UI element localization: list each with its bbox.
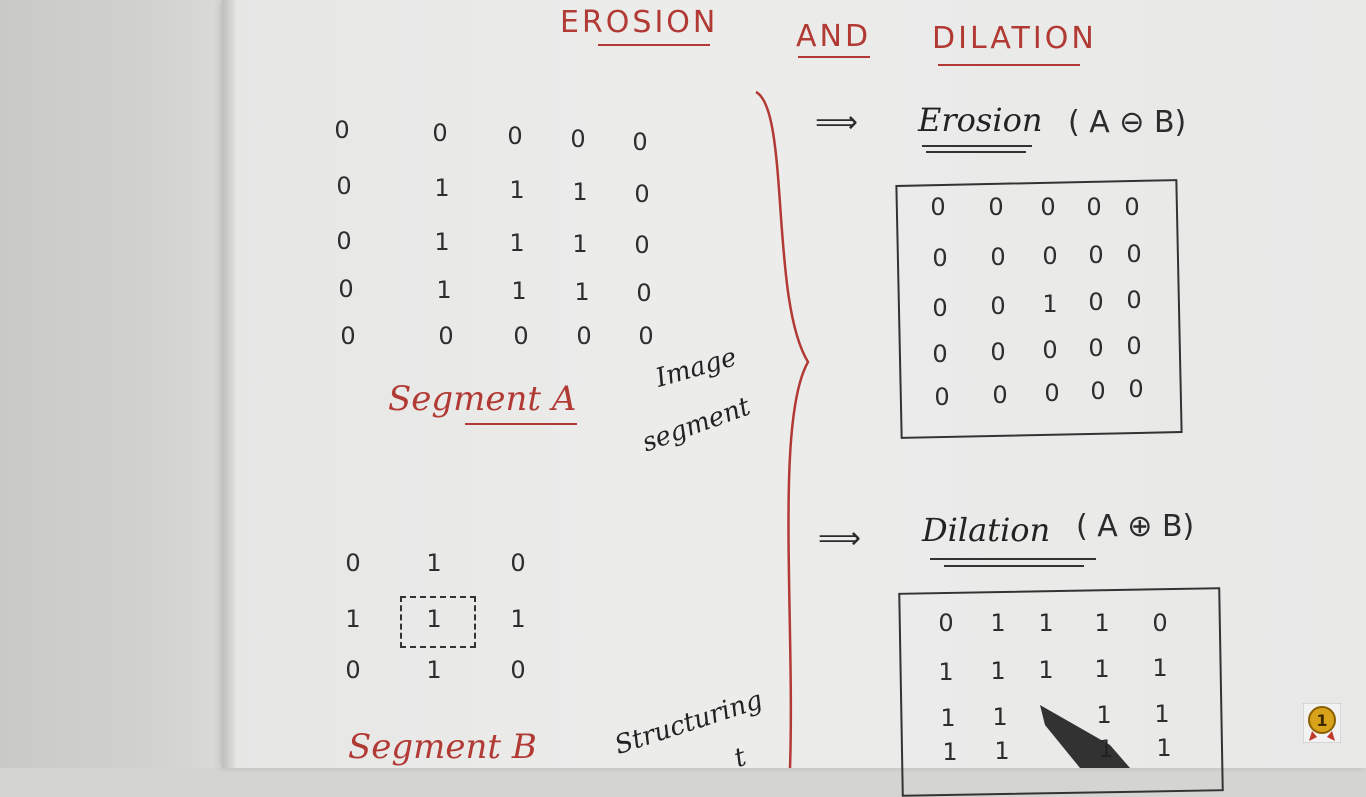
pen-tip: [1040, 705, 1130, 768]
drawing-overlay: [755, 90, 1130, 768]
channel-badge-icon[interactable]: 1: [1302, 702, 1342, 744]
curly-brace: [755, 90, 810, 768]
badge-number: 1: [1316, 711, 1327, 730]
